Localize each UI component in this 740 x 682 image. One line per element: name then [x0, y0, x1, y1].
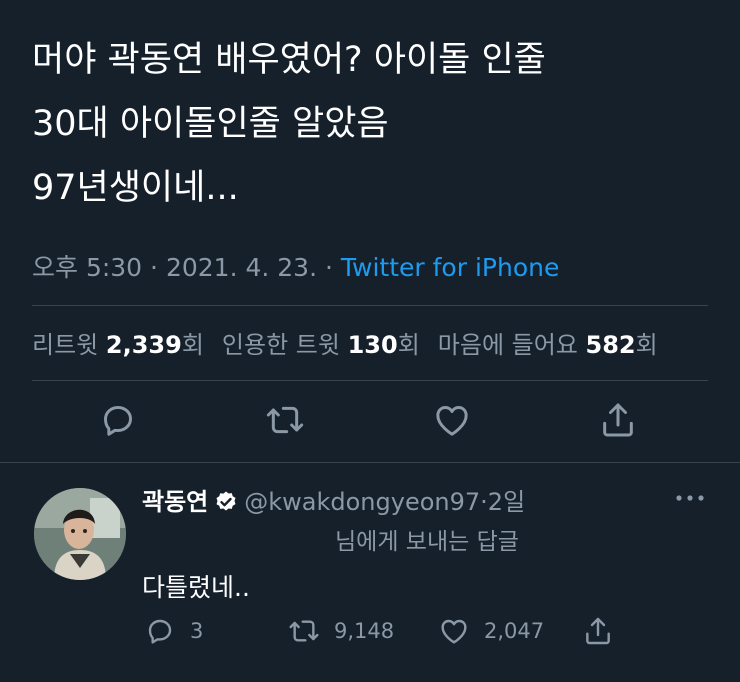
like-icon — [441, 619, 467, 644]
quotes-stat[interactable]: 인용한 트윗 130회 — [222, 331, 420, 359]
like-icon[interactable] — [432, 400, 472, 440]
likes-count: 582 — [585, 331, 636, 359]
retweet-icon — [289, 620, 319, 642]
reply-action-bar: 3 9,148 2,047 — [0, 614, 740, 648]
likes-stat[interactable]: 마음에 들어요 582회 — [438, 331, 658, 359]
tweet-source-link[interactable]: Twitter for iPhone — [341, 253, 559, 282]
reply-reply-button[interactable]: 3 — [144, 614, 203, 648]
likes-unit: 회 — [635, 331, 658, 359]
replying-to-label: 님에게 보내는 답글 — [335, 529, 519, 555]
reply-icon[interactable] — [98, 400, 138, 440]
reply-text: 다틀렸네.. — [142, 573, 250, 602]
retweet-count: 9,148 — [334, 619, 395, 643]
tweet-text: 머야 곽동연 배우였어? 아이돌 인줄 30대 아이돌인줄 알았음 97년생이네… — [32, 28, 712, 220]
tweet-action-bar — [0, 400, 740, 444]
tweet-text-line: 97년생이네... — [32, 168, 239, 208]
more-options-icon[interactable] — [674, 490, 706, 506]
retweets-label: 리트윗 — [32, 331, 99, 359]
reply-author-handle[interactable]: @kwakdongyeon97 — [244, 488, 480, 516]
reply-dot: · — [480, 488, 488, 516]
tweet-text-line: 30대 아이돌인줄 알았음 — [32, 104, 389, 144]
reply-header: 곽동연 @kwakdongyeon97·2일 — [142, 482, 525, 517]
quotes-label: 인용한 트윗 — [221, 331, 340, 359]
tweet-date[interactable]: 2021. 4. 23. — [166, 253, 317, 282]
quotes-unit: 회 — [397, 331, 420, 359]
tweet-meta: 오후 5:30 · 2021. 4. 23. · Twitter for iPh… — [32, 248, 559, 284]
reply-count: 3 — [190, 619, 204, 643]
meta-separator: · — [150, 253, 158, 282]
retweets-count: 2,339 — [105, 331, 182, 359]
verified-badge-icon — [214, 490, 238, 514]
reply-like-button[interactable]: 2,047 — [438, 614, 544, 648]
divider — [32, 305, 708, 306]
share-icon — [586, 617, 610, 645]
retweet-icon[interactable] — [265, 400, 305, 440]
divider — [0, 462, 740, 463]
retweets-unit: 회 — [181, 331, 204, 359]
reply-time[interactable]: 2일 — [488, 488, 525, 516]
divider — [32, 380, 708, 381]
tweet-text-line: 머야 곽동연 배우였어? 아이돌 인줄 — [32, 40, 546, 80]
share-icon[interactable] — [598, 400, 638, 440]
like-count: 2,047 — [484, 619, 545, 643]
tweet-stats: 리트윗 2,339회 인용한 트윗 130회 마음에 들어요 582회 — [32, 325, 658, 360]
likes-label: 마음에 들어요 — [437, 331, 578, 359]
reply-retweet-button[interactable]: 9,148 — [288, 614, 394, 648]
meta-separator: · — [324, 253, 333, 282]
tweet-time[interactable]: 오후 5:30 — [32, 253, 142, 282]
reply-author-name[interactable]: 곽동연 — [142, 488, 208, 516]
retweets-stat[interactable]: 리트윗 2,339회 — [32, 331, 204, 359]
avatar[interactable] — [34, 488, 126, 580]
reply-icon — [148, 619, 172, 644]
quotes-count: 130 — [347, 331, 398, 359]
reply-share-button[interactable] — [582, 614, 628, 648]
